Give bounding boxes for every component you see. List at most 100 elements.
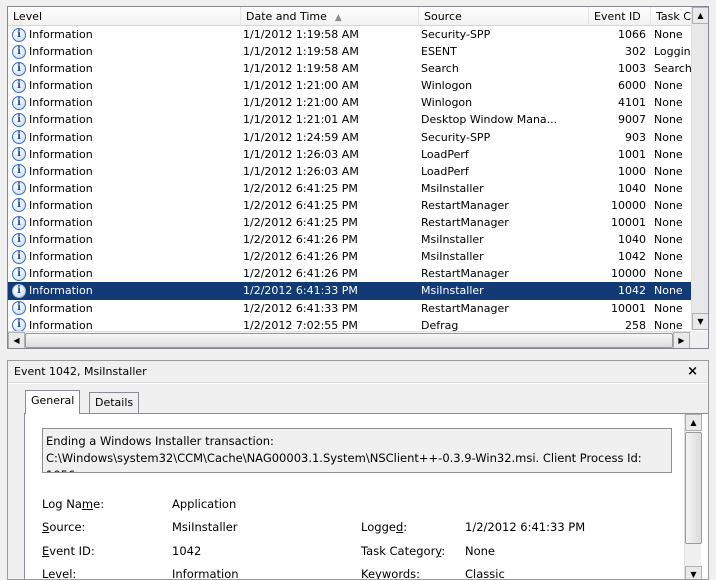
level-text: Information <box>29 96 93 110</box>
cell-level: i Information <box>12 111 238 128</box>
cell-task-category: None <box>654 216 683 230</box>
table-row[interactable]: i Information 1/2/2012 6:41:26 PM MsiInstal… <box>8 248 691 265</box>
info-icon: i <box>12 130 26 145</box>
cell-task-category: Loggin <box>654 45 691 59</box>
table-row[interactable]: i Information 1/2/2012 6:41:25 PM MsiInstal… <box>8 180 691 197</box>
info-icon: i <box>12 78 26 93</box>
cell-level: i Information <box>12 163 238 180</box>
column-header-source-label: Source <box>424 10 462 23</box>
event-detail-pane: Event 1042, MsiInstaller × General Detai… <box>7 360 709 580</box>
info-icon: i <box>12 27 26 42</box>
detail-body: General Details Ending a Windows Install… <box>8 384 708 579</box>
arrow-down-icon: ▼ <box>690 570 697 579</box>
table-row[interactable]: i Information 1/1/2012 1:26:03 AM LoadPerf 1… <box>8 163 691 180</box>
detail-scroll-down-button[interactable]: ▼ <box>685 566 702 579</box>
cell-task-category: None <box>654 267 683 281</box>
cell-date-time: 1/1/2012 1:24:59 AM <box>243 130 359 144</box>
table-row[interactable]: i Information 1/1/2012 1:26:03 AM LoadPerf 1… <box>8 146 691 163</box>
cell-source: Security-SPP <box>421 28 491 41</box>
cell-event-id: 302 <box>625 45 646 59</box>
close-icon[interactable]: × <box>687 361 698 383</box>
column-header-task-category[interactable]: Task C <box>651 7 691 26</box>
cell-event-id: 1000 <box>618 164 646 178</box>
logged-value: 1/2/2012 6:41:33 PM <box>465 520 586 534</box>
table-row[interactable]: i Information 1/2/2012 6:41:25 PM RestartMa… <box>8 197 691 214</box>
table-row[interactable]: i Information 1/1/2012 1:19:58 AM Security-… <box>8 26 691 43</box>
column-header-level[interactable]: Level <box>8 7 241 26</box>
level-text: Information <box>29 250 93 264</box>
info-icon: i <box>12 44 26 59</box>
event-description[interactable]: Ending a Windows Installer transaction: … <box>42 428 672 473</box>
cell-source: Search <box>421 62 459 76</box>
column-header-date-label: Date and Time <box>246 10 327 23</box>
level-text: Information <box>29 267 93 281</box>
arrow-left-icon: ◀ <box>13 336 20 345</box>
cell-date-time: 1/1/2012 1:19:58 AM <box>243 28 359 41</box>
table-row[interactable]: i Information 1/2/2012 6:41:33 PM MsiInstal… <box>8 282 691 300</box>
info-icon: i <box>12 249 26 264</box>
cell-level: i Information <box>12 60 238 77</box>
cell-source: MsiInstaller <box>421 284 484 298</box>
level-text: Information <box>29 181 93 195</box>
arrow-up-icon: ▲ <box>690 418 697 427</box>
cell-source: Security-SPP <box>421 130 491 144</box>
list-vertical-scroll-track[interactable] <box>692 24 708 313</box>
cell-event-id: 9007 <box>618 113 646 127</box>
cell-level: i Information <box>12 77 238 94</box>
cell-level: i Information <box>12 26 238 43</box>
log-name-value: Application <box>172 497 237 511</box>
cell-date-time: 1/1/2012 1:21:00 AM <box>243 79 359 93</box>
column-header-level-label: Level <box>13 10 43 23</box>
table-row[interactable]: i Information 1/1/2012 1:21:00 AM Winlogon 4… <box>8 94 691 111</box>
scroll-left-button[interactable]: ◀ <box>8 332 25 348</box>
scroll-right-button[interactable]: ▶ <box>673 332 690 348</box>
column-header-source[interactable]: Source <box>419 7 589 26</box>
table-row[interactable]: i Information 1/2/2012 6:41:26 PM MsiInstal… <box>8 231 691 248</box>
detail-vertical-scrollbar[interactable]: ▲ ▼ <box>684 414 702 579</box>
table-row[interactable]: i Information 1/1/2012 1:21:01 AM Desktop W… <box>8 111 691 128</box>
cell-date-time: 1/1/2012 1:26:03 AM <box>243 147 359 161</box>
list-vertical-scrollbar[interactable]: ▲ ▼ <box>691 7 708 330</box>
column-header-date[interactable]: Date and Time ▲ <box>241 7 419 26</box>
cell-task-category: None <box>654 198 683 212</box>
table-row[interactable]: i Information 1/1/2012 1:19:58 AM Search 100… <box>8 60 692 77</box>
cell-event-id: 10001 <box>611 216 646 230</box>
cell-level: i Information <box>12 129 238 146</box>
level-text: Information <box>29 147 93 161</box>
list-horizontal-scrollbar[interactable]: ◀ ▶ <box>8 331 691 348</box>
cell-level: i Information <box>12 94 238 111</box>
cell-source: MsiInstaller <box>421 181 484 195</box>
cell-level: i Information <box>12 231 238 248</box>
cell-event-id: 1066 <box>618 28 646 41</box>
tab-details[interactable]: Details <box>89 392 140 413</box>
horizontal-scroll-thumb[interactable] <box>25 333 673 348</box>
column-header-row: Level Date and Time ▲ Source Event ID Tas… <box>8 7 691 26</box>
cell-task-category: None <box>654 250 683 264</box>
detail-scroll-up-button[interactable]: ▲ <box>685 414 702 431</box>
cell-level: i Information <box>12 146 238 163</box>
sort-ascending-icon: ▲ <box>334 13 342 23</box>
detail-scroll-thumb[interactable] <box>685 432 702 544</box>
tab-general[interactable]: General <box>25 390 81 414</box>
table-row[interactable]: i Information 1/2/2012 6:41:25 PM RestartMa… <box>8 214 691 231</box>
table-row[interactable]: i Information 1/1/2012 1:24:59 AM Security-… <box>8 129 691 146</box>
scroll-down-button[interactable]: ▼ <box>692 313 708 330</box>
table-row[interactable]: i Information 1/1/2012 1:21:00 AM Winlogon 6… <box>8 77 691 94</box>
level-text: Information <box>29 284 93 298</box>
cell-level: i Information <box>12 197 238 214</box>
cell-date-time: 1/2/2012 6:41:26 PM <box>243 233 358 247</box>
table-row[interactable]: i Information 1/1/2012 1:19:58 AM ESENT 302 L… <box>8 43 691 60</box>
cell-event-id: 1003 <box>618 62 646 76</box>
pane-splitter[interactable] <box>0 349 716 360</box>
column-header-event-id[interactable]: Event ID <box>589 7 651 26</box>
cell-date-time: 1/2/2012 6:41:26 PM <box>243 267 358 281</box>
table-row[interactable]: i Information 1/2/2012 6:41:33 PM RestartMa… <box>8 300 691 317</box>
table-row[interactable]: i Information 1/2/2012 6:41:26 PM RestartMa… <box>8 265 691 282</box>
scroll-up-button[interactable]: ▲ <box>692 7 708 24</box>
cell-source: MsiInstaller <box>421 250 484 264</box>
level-text: Information <box>29 130 93 144</box>
tab-general-label: General <box>31 394 75 407</box>
info-icon: i <box>12 266 26 281</box>
event-list[interactable]: Level Date and Time ▲ Source Event ID Tas… <box>7 6 709 349</box>
task-category-value: None <box>465 544 496 558</box>
